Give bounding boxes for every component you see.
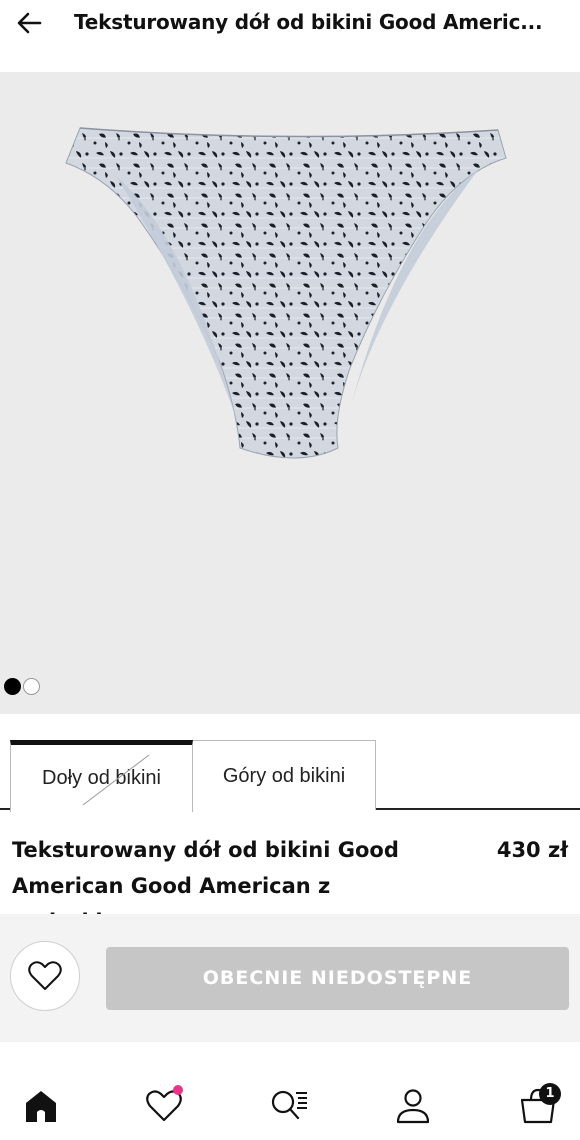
tab-bikini-bottoms[interactable]: Doły od bikini <box>10 740 193 812</box>
nav-wishlist[interactable] <box>142 1084 186 1128</box>
nav-search[interactable] <box>267 1084 311 1128</box>
nav-home[interactable] <box>19 1084 63 1128</box>
gallery-pagination <box>4 676 42 696</box>
heart-icon <box>28 961 62 990</box>
product-gallery[interactable] <box>0 72 580 714</box>
unavailable-button[interactable]: OBECNIE NIEDOSTĘPNE <box>106 947 569 1010</box>
notification-dot <box>173 1085 183 1095</box>
add-to-wishlist-button[interactable] <box>10 941 80 1011</box>
action-bar: OBECNIE NIEDOSTĘPNE <box>0 914 580 1042</box>
arrow-left-icon <box>17 12 42 34</box>
top-bar: Teksturowany dół od bikini Good Americ..… <box>0 0 580 72</box>
tab-label: Doły od bikini <box>42 767 161 789</box>
user-icon <box>396 1089 430 1124</box>
home-icon <box>26 1091 56 1122</box>
pagination-dot[interactable] <box>23 678 40 695</box>
tab-label: Góry od bikini <box>222 765 346 787</box>
product-image[interactable] <box>58 118 522 528</box>
pagination-dot-active[interactable] <box>4 678 21 695</box>
product-info: Teksturowany dół od bikini Good American… <box>0 820 580 934</box>
page-title: Teksturowany dół od bikini Good Americ..… <box>74 10 543 34</box>
tab-bikini-tops[interactable]: Góry od bikini <box>193 740 376 810</box>
search-list-icon <box>271 1090 307 1120</box>
back-button[interactable] <box>14 6 48 40</box>
bottom-navigation: 1 <box>0 1068 580 1140</box>
cart-count-badge: 1 <box>539 1083 561 1105</box>
category-tabs: Doły od bikini Góry od bikini <box>0 738 580 812</box>
nav-account[interactable] <box>391 1084 435 1128</box>
product-price: 430 zł <box>496 838 568 862</box>
nav-cart[interactable]: 1 <box>516 1083 561 1128</box>
